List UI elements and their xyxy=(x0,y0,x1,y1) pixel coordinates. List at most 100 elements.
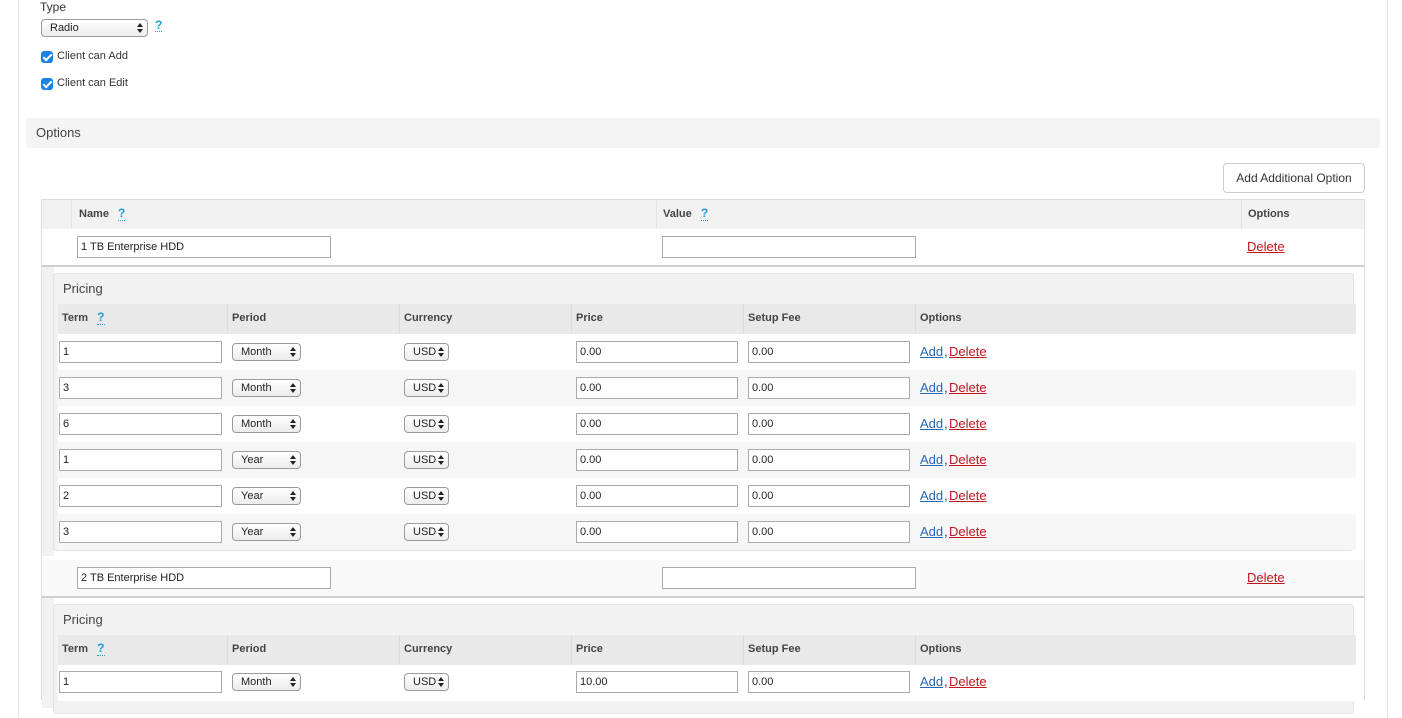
setup-fee-input[interactable] xyxy=(748,671,910,693)
select-arrows-icon xyxy=(438,382,444,394)
period-select[interactable]: Month xyxy=(232,343,301,361)
options-section-title: Options xyxy=(36,125,81,140)
type-help-icon[interactable]: ? xyxy=(155,19,163,32)
name-column-header: Name ? xyxy=(71,200,657,229)
add-additional-option-button[interactable]: Add Additional Option xyxy=(1223,163,1365,193)
term-help-icon[interactable]: ? xyxy=(97,641,105,656)
value-column-header: Value ? xyxy=(656,200,1241,229)
pricing-table-header: Term ? Period Currency Price Setup Fee O… xyxy=(58,635,1356,665)
setup-fee-input[interactable] xyxy=(748,341,910,363)
add-link[interactable]: Add xyxy=(920,524,943,539)
term-input[interactable] xyxy=(59,413,222,435)
type-select[interactable]: Radio xyxy=(41,19,148,37)
setup-fee-input[interactable] xyxy=(748,413,910,435)
select-arrows-icon xyxy=(290,526,296,538)
select-arrows-icon xyxy=(290,382,296,394)
price-input[interactable] xyxy=(576,377,738,399)
option-name-input[interactable] xyxy=(77,236,331,258)
option-delete-link[interactable]: Delete xyxy=(1247,570,1285,585)
currency-select[interactable]: USD xyxy=(404,451,449,469)
term-column-header: Term ? xyxy=(62,310,105,325)
price-input[interactable] xyxy=(576,521,738,543)
client-can-edit-checkbox[interactable] xyxy=(41,78,53,90)
currency-select[interactable]: USD xyxy=(404,415,449,433)
period-select[interactable]: Year xyxy=(232,451,301,469)
price-input[interactable] xyxy=(576,413,738,435)
pricing-options-column-header: Options xyxy=(915,635,1356,665)
select-arrows-icon xyxy=(137,22,143,34)
add-link[interactable]: Add xyxy=(920,380,943,395)
value-help-icon[interactable]: ? xyxy=(700,206,709,221)
delete-link[interactable]: Delete xyxy=(949,452,987,467)
select-arrows-icon xyxy=(290,418,296,430)
setup-fee-input[interactable] xyxy=(748,485,910,507)
select-arrows-icon xyxy=(438,490,444,502)
link-separator: , xyxy=(944,524,948,539)
select-arrows-icon xyxy=(438,676,444,688)
divider xyxy=(42,596,1364,598)
currency-select[interactable]: USD xyxy=(404,523,449,541)
period-select[interactable]: Year xyxy=(232,523,301,541)
price-input[interactable] xyxy=(576,671,738,693)
option-name-input[interactable] xyxy=(77,567,331,589)
setup-fee-input[interactable] xyxy=(748,449,910,471)
options-table: Name ? Value ? Options Delete Pricing Te… xyxy=(41,199,1365,714)
term-input[interactable] xyxy=(59,521,222,543)
add-link[interactable]: Add xyxy=(920,344,943,359)
term-input[interactable] xyxy=(59,341,222,363)
term-help-icon[interactable]: ? xyxy=(97,310,105,325)
period-column-header: Period xyxy=(227,304,399,334)
currency-select[interactable]: USD xyxy=(404,673,449,691)
add-link[interactable]: Add xyxy=(920,416,943,431)
delete-link[interactable]: Delete xyxy=(949,416,987,431)
add-link[interactable]: Add xyxy=(920,452,943,467)
currency-column-header: Currency xyxy=(399,635,571,665)
pricing-row: Month USD Add,Delete xyxy=(58,665,1356,701)
add-link[interactable]: Add xyxy=(920,488,943,503)
term-input[interactable] xyxy=(59,449,222,471)
period-select[interactable]: Month xyxy=(232,673,301,691)
period-select[interactable]: Month xyxy=(232,379,301,397)
option-value-input[interactable] xyxy=(662,567,916,589)
delete-link[interactable]: Delete xyxy=(949,674,987,689)
delete-link[interactable]: Delete xyxy=(949,488,987,503)
setup-fee-input[interactable] xyxy=(748,521,910,543)
term-input[interactable] xyxy=(59,377,222,399)
currency-select[interactable]: USD xyxy=(404,343,449,361)
term-input[interactable] xyxy=(59,485,222,507)
period-column-header: Period xyxy=(227,635,399,665)
link-separator: , xyxy=(944,452,948,467)
price-column-header: Price xyxy=(571,635,743,665)
price-input[interactable] xyxy=(576,449,738,471)
type-select-value: Radio xyxy=(50,22,79,34)
pricing-options-column-header: Options xyxy=(915,304,1356,334)
pricing-row: Month USD Add,Delete xyxy=(58,370,1356,406)
name-help-icon[interactable]: ? xyxy=(118,206,126,221)
delete-link[interactable]: Delete xyxy=(949,380,987,395)
period-select[interactable]: Month xyxy=(232,415,301,433)
delete-link[interactable]: Delete xyxy=(949,524,987,539)
pricing-title: Pricing xyxy=(63,612,103,627)
currency-select[interactable]: USD xyxy=(404,487,449,505)
option-delete-link[interactable]: Delete xyxy=(1247,239,1285,254)
option-value-input[interactable] xyxy=(662,236,916,258)
option-row: Delete xyxy=(42,560,1364,596)
link-separator: , xyxy=(944,380,948,395)
pricing-box: Pricing Term ? Period Currency Price Set… xyxy=(53,273,1356,551)
client-can-edit-label: Client can Edit xyxy=(57,77,128,89)
setup-fee-input[interactable] xyxy=(748,377,910,399)
term-input[interactable] xyxy=(59,671,222,693)
link-separator: , xyxy=(944,416,948,431)
delete-link[interactable]: Delete xyxy=(949,344,987,359)
price-input[interactable] xyxy=(576,485,738,507)
price-input[interactable] xyxy=(576,341,738,363)
term-column-header: Term ? xyxy=(62,641,105,656)
currency-select[interactable]: USD xyxy=(404,379,449,397)
setup-fee-column-header: Setup Fee xyxy=(743,304,915,334)
pricing-row: Year USD Add,Delete xyxy=(58,478,1356,514)
pricing-row: Year USD Add,Delete xyxy=(58,442,1356,478)
client-can-add-checkbox[interactable] xyxy=(41,51,53,63)
period-select[interactable]: Year xyxy=(232,487,301,505)
add-link[interactable]: Add xyxy=(920,674,943,689)
select-arrows-icon xyxy=(290,490,296,502)
